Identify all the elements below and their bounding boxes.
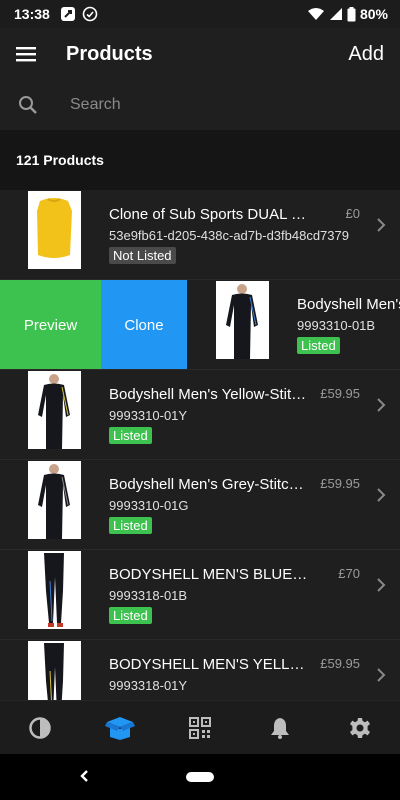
black-tights-image: [28, 551, 81, 629]
chevron-right-icon: [377, 668, 386, 682]
yellow-top-image: [28, 191, 81, 269]
black-longsleeve-image: [216, 281, 269, 359]
product-price: £59.95: [320, 386, 360, 401]
search-icon-wrap: [0, 95, 56, 115]
check-circle-icon: [82, 6, 98, 22]
clone-button[interactable]: Clone: [101, 280, 187, 369]
product-count: 121 Products: [0, 130, 400, 190]
product-price: £70: [338, 566, 360, 581]
product-sku: 9993310-01Y: [109, 408, 188, 423]
menu-button[interactable]: [0, 28, 54, 80]
list-item[interactable]: Clone of Sub Sports DUAL Men's Short Sle…: [0, 190, 400, 280]
search-icon: [19, 96, 37, 114]
list-item-swiped[interactable]: Preview Clone Bodyshell Men's 9993310-01…: [0, 280, 400, 370]
bell-icon: [271, 717, 289, 739]
add-button[interactable]: Add: [348, 43, 384, 66]
product-list[interactable]: 121 Products Clone of Sub Sports DUAL Me…: [0, 130, 400, 700]
black-longsleeve-image: [28, 461, 81, 539]
product-name: Bodyshell Men's Grey-Stitch Long Sleeve: [109, 476, 309, 493]
nav-notifications[interactable]: [260, 708, 300, 748]
product-sku: 9993310-01G: [109, 498, 189, 513]
product-image: [28, 641, 81, 700]
black-longsleeve-image: [28, 371, 81, 449]
product-name: Clone of Sub Sports DUAL Men's Short Sle…: [109, 206, 309, 223]
nav-products[interactable]: [100, 708, 140, 748]
product-price: £59.95: [320, 656, 360, 671]
search-input[interactable]: [70, 96, 370, 114]
search-bar: [0, 80, 400, 130]
status-badge: Listed: [297, 337, 340, 354]
nav-scan[interactable]: [180, 708, 220, 748]
product-name: BODYSHELL MEN'S BLUE STITCH TIGHTS: [109, 566, 309, 583]
bottom-nav: [0, 700, 400, 754]
hamburger-menu-icon: [16, 47, 36, 62]
gear-icon: [350, 717, 370, 738]
back-icon[interactable]: [78, 766, 90, 786]
battery-percent: 80%: [359, 6, 388, 22]
chevron-right-icon: [377, 488, 386, 502]
list-item[interactable]: BODYSHELL MEN'S BLUE STITCH TIGHTS £70 9…: [0, 550, 400, 640]
product-price: £59.95: [320, 476, 360, 491]
status-bar: 13:38 80%: [0, 0, 400, 28]
status-badge: Not Listed: [109, 247, 176, 264]
product-image: [28, 551, 81, 629]
app-bar: Products Add: [0, 28, 400, 80]
product-image: [216, 281, 269, 359]
open-box-icon: [105, 716, 135, 740]
list-item[interactable]: Bodyshell Men's Grey-Stitch Long Sleeve …: [0, 460, 400, 550]
status-badge: Listed: [109, 607, 152, 624]
product-image: [28, 191, 81, 269]
nav-settings[interactable]: [340, 708, 380, 748]
list-item[interactable]: Bodyshell Men's Yellow-Stitch Long Sleev…: [0, 370, 400, 460]
nav-dashboard[interactable]: [20, 708, 60, 748]
status-badge: Listed: [109, 427, 152, 444]
chevron-right-icon: [377, 398, 386, 412]
black-tights-image: [28, 641, 81, 700]
product-image: [28, 371, 81, 449]
product-sku: 9993310-01B: [297, 318, 376, 333]
home-pill[interactable]: [186, 772, 214, 782]
product-price: £0: [345, 206, 360, 221]
product-sku: 53e9fb61-d205-438c-ad7b-d3fb48cd7379: [109, 228, 349, 243]
product-image: [28, 461, 81, 539]
status-badge: Listed: [109, 517, 152, 534]
pie-chart-icon: [29, 716, 51, 739]
product-name: Bodyshell Men's Yellow-Stitch Long Sleev…: [109, 386, 309, 403]
product-sku: 9993318-01Y: [109, 678, 188, 693]
product-name: BODYSHELL MEN'S YELLOW STITCH TIGHTS: [109, 656, 309, 673]
signal-icon: [329, 8, 342, 20]
chevron-right-icon: [377, 218, 386, 232]
battery-icon: [347, 6, 356, 21]
qr-code-icon: [189, 716, 211, 739]
list-item[interactable]: BODYSHELL MEN'S YELLOW STITCH TIGHTS £59…: [0, 640, 400, 700]
product-name: Bodyshell Men's: [297, 296, 400, 313]
status-time: 13:38: [14, 6, 50, 22]
preview-button[interactable]: Preview: [0, 280, 101, 369]
page-title: Products: [66, 42, 153, 65]
chevron-right-icon: [377, 578, 386, 592]
wifi-icon: [307, 8, 324, 20]
system-nav-bar: [0, 754, 400, 800]
product-sku: 9993318-01B: [109, 588, 188, 603]
notification-app-icon: [60, 7, 75, 21]
